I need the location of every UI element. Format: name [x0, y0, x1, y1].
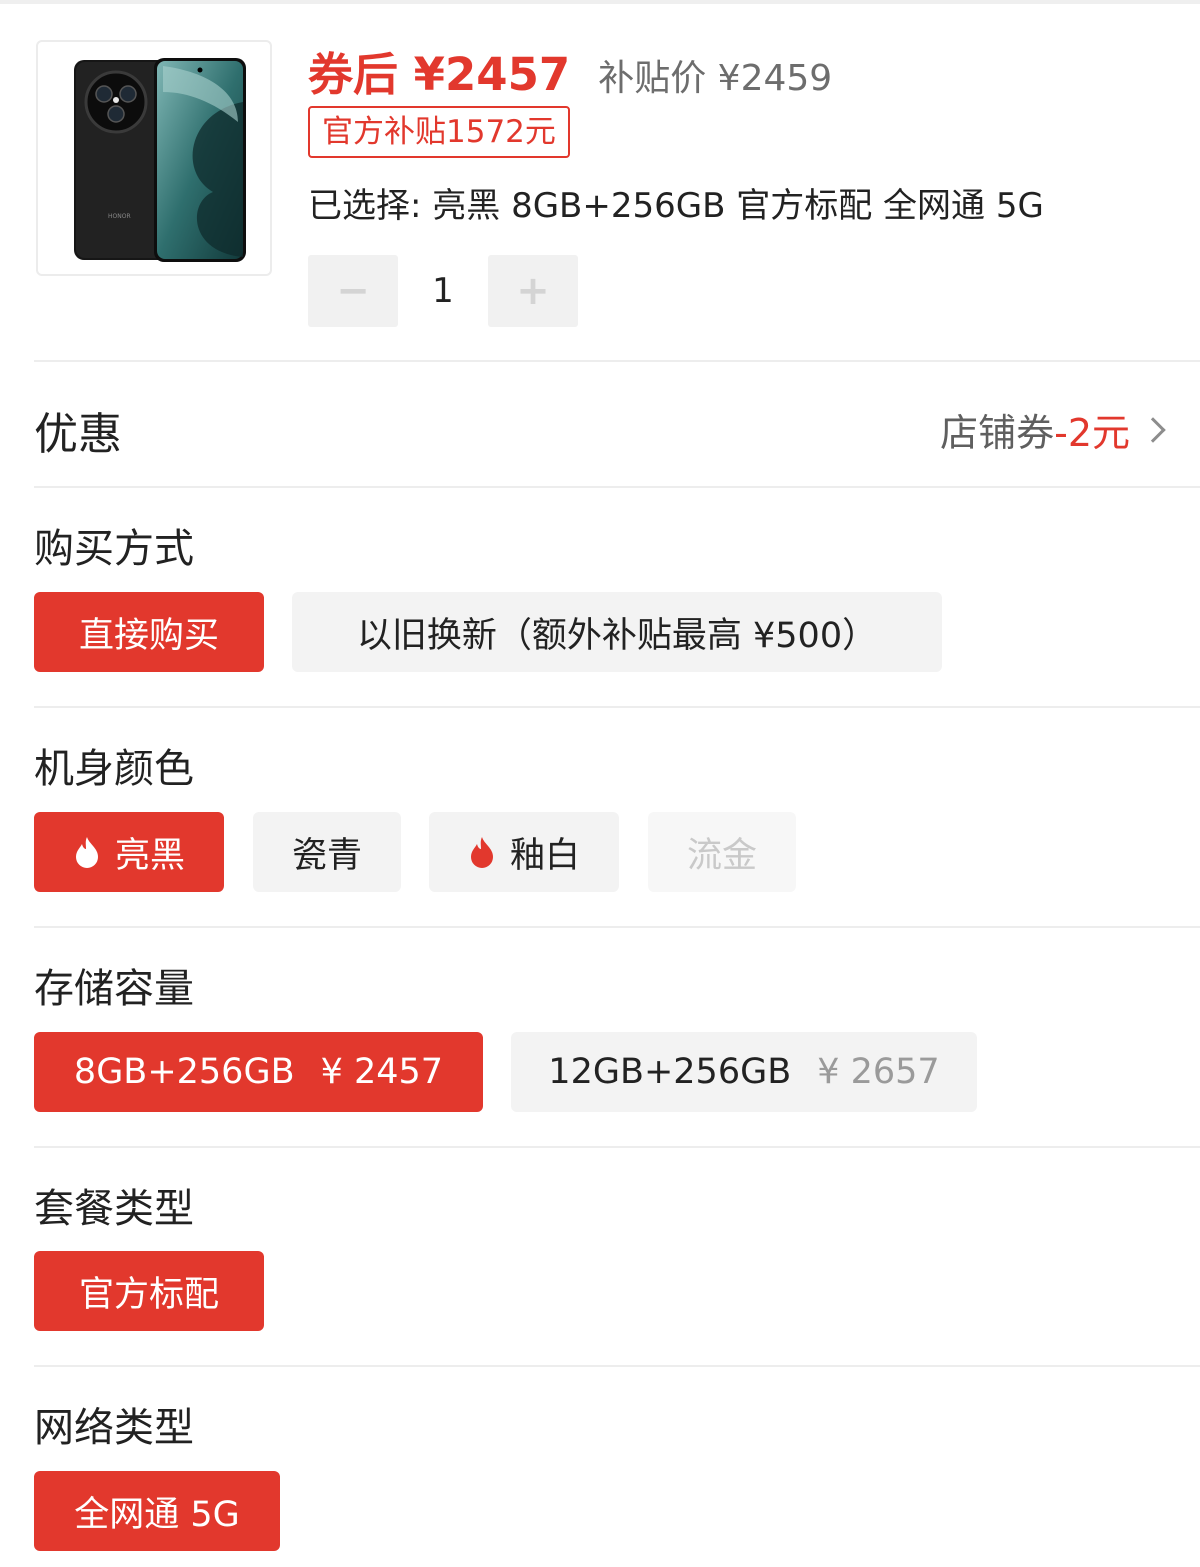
coupon-label: 店铺券	[940, 411, 1055, 455]
plus-button[interactable]: +	[488, 255, 578, 327]
minus-icon: −	[336, 268, 370, 314]
quantity-stepper: − 1 +	[308, 255, 578, 327]
minus-button[interactable]: −	[308, 255, 398, 327]
divider	[34, 360, 1200, 362]
option-package-standard[interactable]: 官方标配	[34, 1251, 264, 1331]
top-divider	[0, 0, 1200, 4]
option-storage-8-256[interactable]: 8GB+256GB ¥ 2457	[34, 1032, 483, 1112]
option-storage-12-256[interactable]: 12GB+256GB ¥ 2657	[511, 1032, 977, 1112]
option-label: 12GB+256GB	[548, 1052, 792, 1092]
option-label: 全网通 5G	[74, 1494, 240, 1535]
chevron-right-icon	[1140, 416, 1166, 443]
coupon-amount: -2元	[1054, 411, 1130, 455]
option-label: 瓷青	[291, 835, 362, 876]
phone-image: HONOR	[74, 58, 246, 262]
purchase-method-title: 购买方式	[34, 526, 194, 572]
storage-title: 存储容量	[34, 966, 194, 1012]
plus-icon: +	[516, 268, 550, 314]
color-title: 机身颜色	[34, 746, 194, 792]
flame-icon	[470, 837, 493, 868]
sku-selector-page: HONOR 券后 ¥2457 补贴价 ¥2459 官方补贴1572元 已选择: …	[0, 0, 1200, 1567]
option-label: 亮黑	[114, 835, 185, 876]
subsidy-badge: 官方补贴1572元	[308, 106, 570, 158]
divider	[34, 1365, 1200, 1367]
option-label: 流金	[686, 835, 757, 876]
flame-icon	[75, 837, 98, 868]
option-price: ¥ 2457	[320, 1052, 444, 1092]
option-direct-buy[interactable]: 直接购买	[34, 592, 264, 672]
price-after-coupon: 券后 ¥2457	[308, 48, 571, 101]
divider	[34, 486, 1200, 488]
price-row: 券后 ¥2457 补贴价 ¥2459	[308, 38, 832, 103]
selected-summary: 已选择: 亮黑 8GB+256GB 官方标配 全网通 5G	[308, 186, 1044, 226]
option-trade-in[interactable]: 以旧换新（额外补贴最高 ¥500）	[292, 592, 942, 672]
option-color-black[interactable]: 亮黑	[34, 812, 224, 892]
option-label: 以旧换新（额外补贴最高 ¥500）	[356, 615, 878, 656]
coupon-selector[interactable]: 店铺券 -2元	[940, 402, 1168, 457]
option-color-gold[interactable]: 流金	[648, 812, 796, 892]
divider	[34, 926, 1200, 928]
option-color-white[interactable]: 釉白	[429, 812, 619, 892]
option-label: 官方标配	[78, 1274, 219, 1315]
option-color-porcelain[interactable]: 瓷青	[253, 812, 401, 892]
coupon-title: 优惠	[34, 409, 122, 460]
option-label: 8GB+256GB	[73, 1052, 295, 1092]
phone-brand-text: HONOR	[108, 213, 131, 220]
divider	[34, 706, 1200, 708]
option-price: ¥ 2657	[817, 1052, 940, 1092]
subsidy-price: 补贴价 ¥2459	[598, 58, 833, 99]
quantity-value[interactable]: 1	[398, 271, 488, 311]
option-network-5g[interactable]: 全网通 5G	[34, 1471, 280, 1551]
option-label: 釉白	[509, 835, 580, 876]
divider	[34, 1146, 1200, 1148]
package-title: 套餐类型	[34, 1186, 194, 1232]
option-label: 直接购买	[78, 615, 219, 656]
product-thumbnail[interactable]: HONOR	[36, 40, 272, 276]
network-title: 网络类型	[34, 1405, 194, 1451]
